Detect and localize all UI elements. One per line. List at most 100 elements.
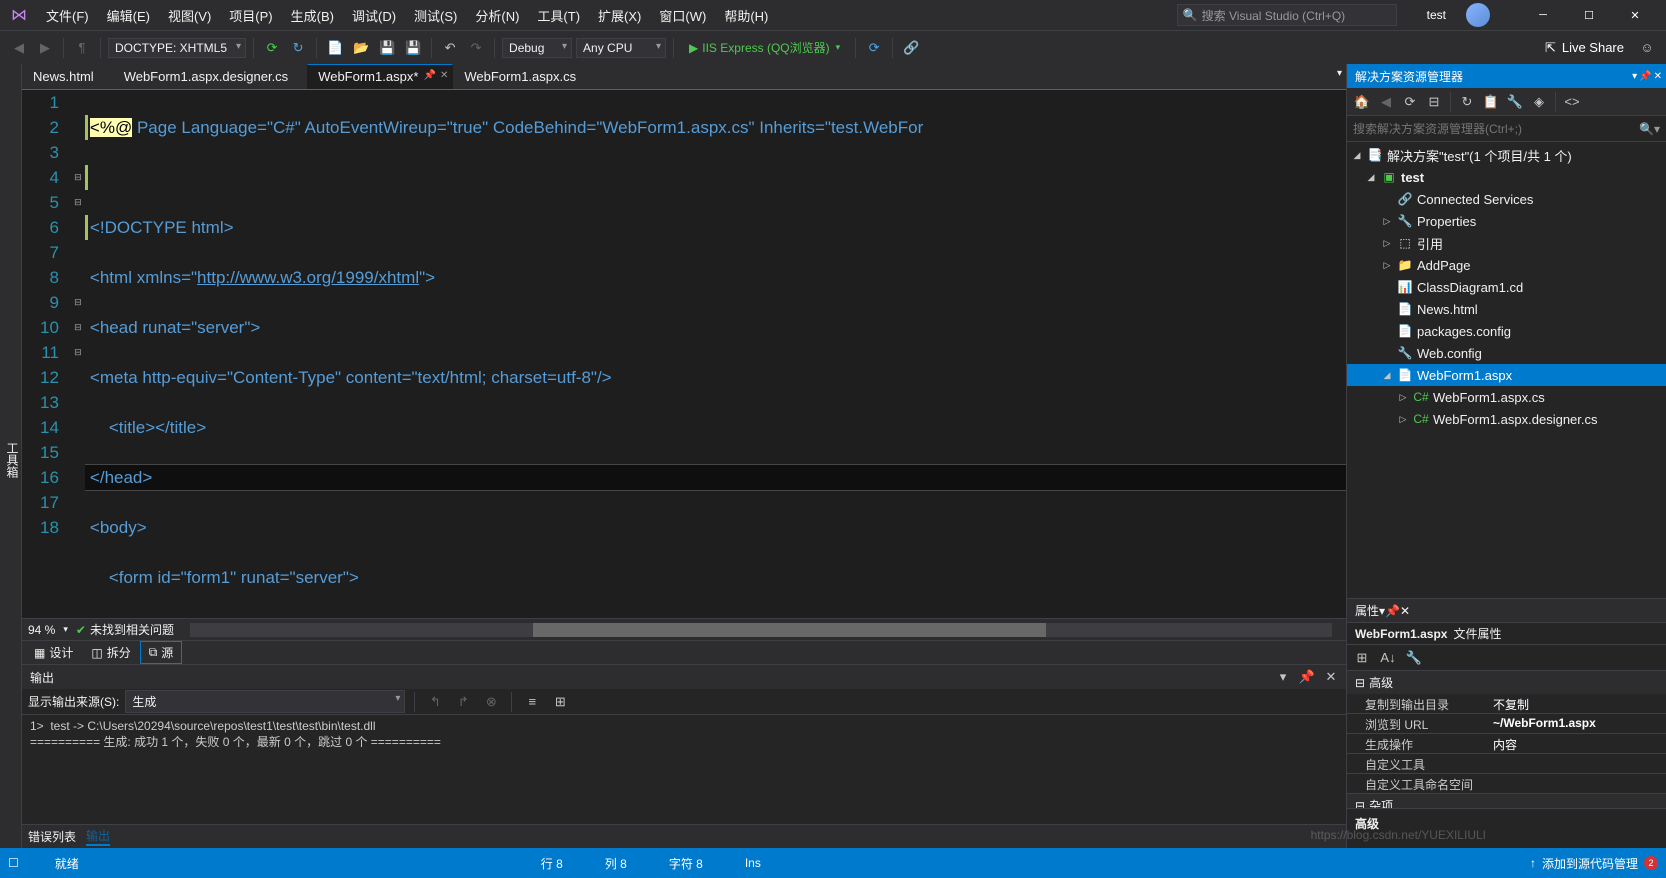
undo-icon[interactable]: ↶	[439, 37, 461, 59]
menu-编辑E[interactable]: 编辑(E)	[99, 2, 158, 29]
design-view-button[interactable]: ▦设计	[26, 642, 81, 663]
prop-pages-icon[interactable]: 🔧	[1403, 647, 1425, 669]
pin-icon[interactable]: 📌	[1639, 71, 1651, 82]
clear-icon[interactable]: ⊗	[480, 691, 502, 713]
sync-icon[interactable]: ⟳	[1399, 91, 1421, 113]
nav-back-icon[interactable]: ◀	[8, 37, 30, 59]
output-source-dropdown[interactable]: 生成	[125, 690, 405, 713]
source-view-button[interactable]: ⧉源	[141, 642, 182, 663]
categorized-icon[interactable]: ⊞	[1351, 647, 1373, 669]
new-file-icon[interactable]: 📄	[324, 37, 346, 59]
properties-icon[interactable]: 🔧	[1504, 91, 1526, 113]
references-node[interactable]: ▷⬚引用	[1347, 232, 1666, 254]
goto-next-icon[interactable]: ↱	[452, 691, 474, 713]
menu-工具T[interactable]: 工具(T)	[529, 2, 588, 29]
prop-copy[interactable]: 复制到输出目录不复制	[1347, 694, 1666, 714]
horizontal-scrollbar[interactable]	[190, 623, 1332, 637]
code-editor[interactable]: 123456789101112131415161718 ⊟⊟⊟⊟⊟ <%@ Pa…	[22, 90, 1346, 618]
error-list-tab[interactable]: 错误列表	[28, 828, 76, 845]
menu-窗口W[interactable]: 窗口(W)	[651, 2, 714, 29]
dropdown-icon[interactable]: ▾	[1632, 71, 1637, 82]
run-button[interactable]: ▶IIS Express (QQ浏览器)▾	[681, 37, 848, 58]
nav-fwd-icon[interactable]: ▶	[34, 37, 56, 59]
connected-services-node[interactable]: 🔗Connected Services	[1347, 188, 1666, 210]
collapse-icon[interactable]: ⊟	[1423, 91, 1445, 113]
up-arrow-icon[interactable]: ↑	[1530, 856, 1536, 870]
browser-refresh-icon[interactable]: ⟳	[863, 37, 885, 59]
properties-node[interactable]: ▷🔧Properties	[1347, 210, 1666, 232]
save-all-icon[interactable]: 💾	[402, 37, 424, 59]
doctype-dropdown[interactable]: DOCTYPE: XHTML5	[108, 38, 246, 58]
props-cat-advanced[interactable]: ⊟高级	[1347, 671, 1666, 694]
split-view-button[interactable]: ◫拆分	[83, 642, 138, 663]
output-body[interactable]: 1> test -> C:\Users\20294\source\repos\t…	[22, 715, 1346, 824]
tab-WebForm1-aspx-cs[interactable]: WebForm1.aspx.cs	[453, 64, 595, 89]
close-button[interactable]: ✕	[1612, 0, 1658, 30]
fold-column[interactable]: ⊟⊟⊟⊟⊟	[71, 90, 85, 618]
tab-WebForm1-aspx-[interactable]: WebForm1.aspx*📌✕	[307, 64, 453, 89]
maximize-button[interactable]: ☐	[1566, 0, 1612, 30]
packages-file[interactable]: 📄packages.config	[1347, 320, 1666, 342]
refresh-icon[interactable]: ↻	[1456, 91, 1478, 113]
webconfig-file[interactable]: 🔧Web.config	[1347, 342, 1666, 364]
browser-link-icon[interactable]: 🔗	[900, 37, 922, 59]
code-body[interactable]: <%@ Page Language="C#" AutoEventWireup="…	[85, 90, 1346, 618]
wrap-icon[interactable]: ≡	[521, 691, 543, 713]
redo-icon[interactable]: ↷	[465, 37, 487, 59]
menu-调试D[interactable]: 调试(D)	[344, 2, 404, 29]
goto-prev-icon[interactable]: ↰	[424, 691, 446, 713]
issues-indicator[interactable]: ✔未找到相关问题	[76, 621, 174, 638]
global-search[interactable]: 🔍 搜索 Visual Studio (Ctrl+Q)	[1177, 4, 1397, 26]
user-avatar[interactable]	[1466, 3, 1490, 27]
project-node[interactable]: ◢▣test	[1347, 166, 1666, 188]
refresh-icon[interactable]: ⟳	[261, 37, 283, 59]
open-icon[interactable]: 📂	[350, 37, 372, 59]
prop-tool[interactable]: 自定义工具	[1347, 754, 1666, 774]
new-paragraph-icon[interactable]: ¶	[71, 37, 93, 59]
status-scm[interactable]: 添加到源代码管理	[1542, 855, 1638, 872]
solution-search[interactable]: 🔍▾	[1347, 116, 1666, 142]
menu-文件F[interactable]: 文件(F)	[38, 2, 97, 29]
close-icon[interactable]: ✕	[1400, 604, 1410, 618]
close-icon[interactable]: ✕	[1654, 71, 1662, 82]
back-icon[interactable]: ◀	[1375, 91, 1397, 113]
pin-icon[interactable]: 📌	[424, 70, 436, 81]
webform-designer-file[interactable]: ▷C#WebForm1.aspx.designer.cs	[1347, 408, 1666, 430]
prop-url[interactable]: 浏览到 URL~/WebForm1.aspx	[1347, 714, 1666, 734]
menu-测试S[interactable]: 测试(S)	[406, 2, 465, 29]
solution-root[interactable]: ◢📑解决方案"test"(1 个项目/共 1 个)	[1347, 144, 1666, 166]
tabs-overflow-icon[interactable]: ▾	[1337, 68, 1342, 79]
platform-dropdown[interactable]: Any CPU	[576, 38, 666, 58]
menu-视图V[interactable]: 视图(V)	[160, 2, 219, 29]
props-cat-misc[interactable]: ⊟杂项	[1347, 794, 1666, 808]
webform-cs-file[interactable]: ▷C#WebForm1.aspx.cs	[1347, 386, 1666, 408]
menu-帮助H[interactable]: 帮助(H)	[716, 2, 776, 29]
solution-search-input[interactable]	[1353, 122, 1639, 136]
toolbox-rail[interactable]: 工具箱	[0, 64, 22, 848]
pin-icon[interactable]: 📌	[1385, 604, 1400, 618]
prop-toolns[interactable]: 自定义工具命名空间	[1347, 774, 1666, 794]
news-file[interactable]: 📄News.html	[1347, 298, 1666, 320]
config-dropdown[interactable]: Debug	[502, 38, 572, 58]
toggle-icon[interactable]: ⊞	[549, 691, 571, 713]
tab-WebForm1-aspx-designer-cs[interactable]: WebForm1.aspx.designer.cs	[113, 64, 308, 89]
pin-icon[interactable]: 📌	[1296, 666, 1318, 688]
properties-target[interactable]: WebForm1.aspx文件属性	[1347, 623, 1666, 645]
classdiagram-file[interactable]: 📊ClassDiagram1.cd	[1347, 276, 1666, 298]
close-output-icon[interactable]: ✕	[1320, 666, 1342, 688]
show-all-icon[interactable]: 📋	[1480, 91, 1502, 113]
liveshare-button[interactable]: ⇱ Live Share	[1537, 40, 1632, 56]
sync-icon[interactable]: ↻	[287, 37, 309, 59]
code-icon[interactable]: <>	[1561, 91, 1583, 113]
addpage-folder[interactable]: ▷📁AddPage	[1347, 254, 1666, 276]
prop-build[interactable]: 生成操作内容	[1347, 734, 1666, 754]
tab-News-html[interactable]: News.html	[22, 64, 113, 89]
tab-close-icon[interactable]: ✕	[440, 70, 448, 81]
webform-file[interactable]: ◢📄WebForm1.aspx	[1347, 364, 1666, 386]
status-notify-icon[interactable]: ☐	[8, 856, 19, 870]
feedback-icon[interactable]: ☺	[1636, 37, 1658, 59]
menu-项目P[interactable]: 项目(P)	[221, 2, 280, 29]
output-tab[interactable]: 输出	[86, 827, 110, 846]
menu-分析N[interactable]: 分析(N)	[467, 2, 527, 29]
scm-badge-icon[interactable]: 2	[1644, 856, 1658, 870]
